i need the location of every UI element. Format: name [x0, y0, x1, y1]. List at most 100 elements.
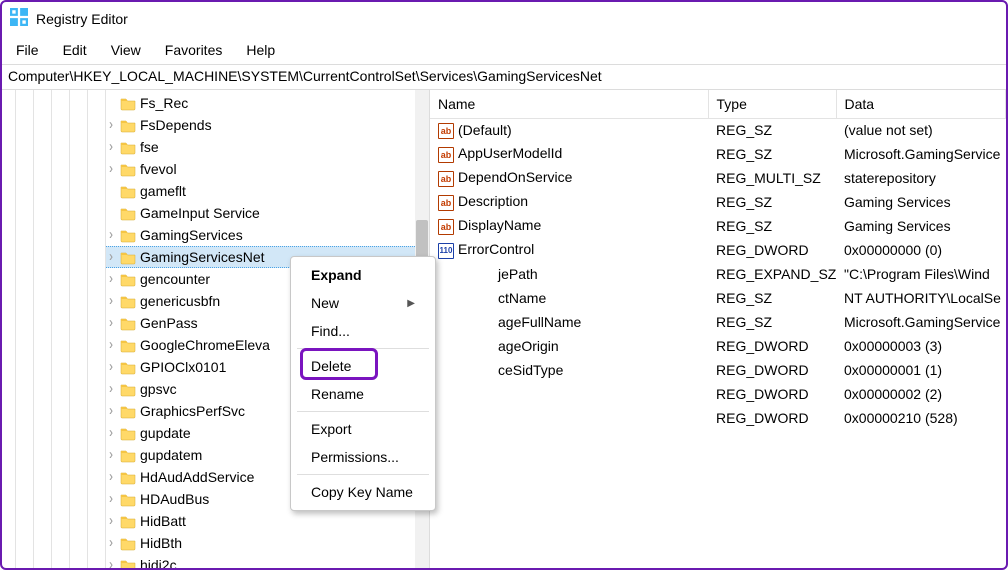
- value-row[interactable]: ceSidTypeREG_DWORD0x00000001 (1): [430, 358, 1006, 382]
- expander-icon[interactable]: ❯: [107, 341, 115, 350]
- ctx-new[interactable]: New ▶: [291, 289, 435, 317]
- expander-icon[interactable]: ❯: [107, 495, 115, 504]
- tree-item[interactable]: ❯ fse: [106, 136, 429, 158]
- value-name: [430, 382, 708, 406]
- tree-label: fse: [140, 139, 159, 155]
- tree-item[interactable]: ❯GamingServices: [106, 224, 429, 246]
- value-data: NT AUTHORITY\LocalSe: [836, 286, 1006, 310]
- tree-item[interactable]: ❯HidBth: [106, 532, 429, 554]
- expander-icon[interactable]: ❯: [107, 319, 115, 328]
- expander-icon[interactable]: ❯: [107, 253, 115, 262]
- expander-icon[interactable]: ❯: [107, 165, 115, 174]
- value-row[interactable]: jePathREG_EXPAND_SZ"C:\Program Files\Win…: [430, 262, 1006, 286]
- expander-icon[interactable]: ❯: [107, 275, 115, 284]
- value-type: REG_SZ: [708, 286, 836, 310]
- value-type: REG_SZ: [708, 190, 836, 214]
- value-name: ctName: [430, 286, 708, 310]
- app-title: Registry Editor: [36, 11, 128, 27]
- tree-label: GenPass: [140, 315, 198, 331]
- value-row[interactable]: ageOriginREG_DWORD0x00000003 (3): [430, 334, 1006, 358]
- value-data: Microsoft.GamingService: [836, 310, 1006, 334]
- value-row[interactable]: REG_DWORD0x00000210 (528): [430, 406, 1006, 430]
- folder-icon: [120, 490, 136, 507]
- ctx-export[interactable]: Export: [291, 415, 435, 443]
- expander-icon[interactable]: ❯: [107, 121, 115, 130]
- value-data: staterepository: [836, 166, 1006, 190]
- expander-icon[interactable]: ❯: [107, 363, 115, 372]
- tree-item[interactable]: ❯ fvevol: [106, 158, 429, 180]
- tree-item[interactable]: Fs_Rec: [106, 92, 429, 114]
- value-row[interactable]: 110ErrorControlREG_DWORD0x00000000 (0): [430, 238, 1006, 262]
- tree-label: GPIOClx0101: [140, 359, 226, 375]
- column-type[interactable]: Type: [708, 90, 836, 118]
- tree-label: gupdatem: [140, 447, 202, 463]
- ctx-copy-key-name[interactable]: Copy Key Name: [291, 478, 435, 506]
- value-row[interactable]: abAppUserModelIdREG_SZMicrosoft.GamingSe…: [430, 142, 1006, 166]
- value-row[interactable]: REG_DWORD0x00000002 (2): [430, 382, 1006, 406]
- value-row[interactable]: ageFullNameREG_SZMicrosoft.GamingService: [430, 310, 1006, 334]
- ctx-delete[interactable]: Delete: [291, 352, 435, 380]
- value-type: REG_DWORD: [708, 358, 836, 382]
- value-type: REG_DWORD: [708, 382, 836, 406]
- tree-item[interactable]: ❯ HidBatt: [106, 510, 429, 532]
- tree-item[interactable]: ❯FsDepends: [106, 114, 429, 136]
- registry-editor-icon: [10, 8, 28, 31]
- ctx-permissions[interactable]: Permissions...: [291, 443, 435, 471]
- ctx-find[interactable]: Find...: [291, 317, 435, 345]
- tree-label: HdAudAddService: [140, 469, 254, 485]
- expander-icon[interactable]: ❯: [107, 561, 115, 568]
- value-name: jePath: [430, 262, 708, 286]
- value-row[interactable]: abDependOnServiceREG_MULTI_SZstatereposi…: [430, 166, 1006, 190]
- tree-item[interactable]: GameInput Service: [106, 202, 429, 224]
- value-data: 0x00000003 (3): [836, 334, 1006, 358]
- tree-label: GraphicsPerfSvc: [140, 403, 245, 419]
- folder-icon: [120, 424, 136, 441]
- value-name: abDescription: [430, 190, 708, 214]
- value-row[interactable]: ab(Default)REG_SZ(value not set): [430, 118, 1006, 142]
- expander-icon[interactable]: ❯: [107, 143, 115, 152]
- expander-icon[interactable]: ❯: [107, 385, 115, 394]
- expander-icon[interactable]: ❯: [107, 297, 115, 306]
- expander-icon[interactable]: ❯: [107, 539, 115, 548]
- folder-icon: [120, 160, 136, 177]
- expander-icon[interactable]: ❯: [107, 451, 115, 460]
- value-name: abAppUserModelId: [430, 142, 708, 166]
- menu-favorites[interactable]: Favorites: [155, 39, 233, 61]
- expander-icon[interactable]: ❯: [107, 231, 115, 240]
- menu-help[interactable]: Help: [236, 39, 285, 61]
- tree-label: HidBatt: [140, 513, 186, 529]
- tree-label: gencounter: [140, 271, 210, 287]
- column-data[interactable]: Data: [836, 90, 1006, 118]
- reg-string-icon: ab: [438, 195, 454, 211]
- value-data: Gaming Services: [836, 214, 1006, 238]
- expander-icon[interactable]: ❯: [107, 407, 115, 416]
- folder-icon: [120, 226, 136, 243]
- column-name[interactable]: Name: [430, 90, 708, 118]
- value-type: REG_DWORD: [708, 238, 836, 262]
- tree-item[interactable]: gameflt: [106, 180, 429, 202]
- ctx-expand[interactable]: Expand: [291, 261, 435, 289]
- value-name: [430, 406, 708, 430]
- expander-icon[interactable]: ❯: [107, 429, 115, 438]
- value-data: Gaming Services: [836, 190, 1006, 214]
- tree-label: gpsvc: [140, 381, 177, 397]
- expander-icon[interactable]: ❯: [107, 473, 115, 482]
- folder-icon: [120, 204, 136, 221]
- value-row[interactable]: abDescriptionREG_SZGaming Services: [430, 190, 1006, 214]
- value-row[interactable]: abDisplayNameREG_SZGaming Services: [430, 214, 1006, 238]
- value-row[interactable]: ctNameREG_SZNT AUTHORITY\LocalSe: [430, 286, 1006, 310]
- menu-view[interactable]: View: [101, 39, 151, 61]
- address-bar[interactable]: Computer\HKEY_LOCAL_MACHINE\SYSTEM\Curre…: [2, 64, 1006, 90]
- tree-label: genericusbfn: [140, 293, 220, 309]
- tree-label: hidi2c: [140, 557, 177, 568]
- value-type: REG_MULTI_SZ: [708, 166, 836, 190]
- value-type: REG_SZ: [708, 118, 836, 142]
- tree-item[interactable]: ❯ hidi2c: [106, 554, 429, 568]
- tree-label: gupdate: [140, 425, 191, 441]
- expander-icon[interactable]: ❯: [107, 517, 115, 526]
- menu-file[interactable]: File: [6, 39, 49, 61]
- tree-label: fvevol: [140, 161, 177, 177]
- value-data: 0x00000002 (2): [836, 382, 1006, 406]
- menu-edit[interactable]: Edit: [53, 39, 97, 61]
- ctx-rename[interactable]: Rename: [291, 380, 435, 408]
